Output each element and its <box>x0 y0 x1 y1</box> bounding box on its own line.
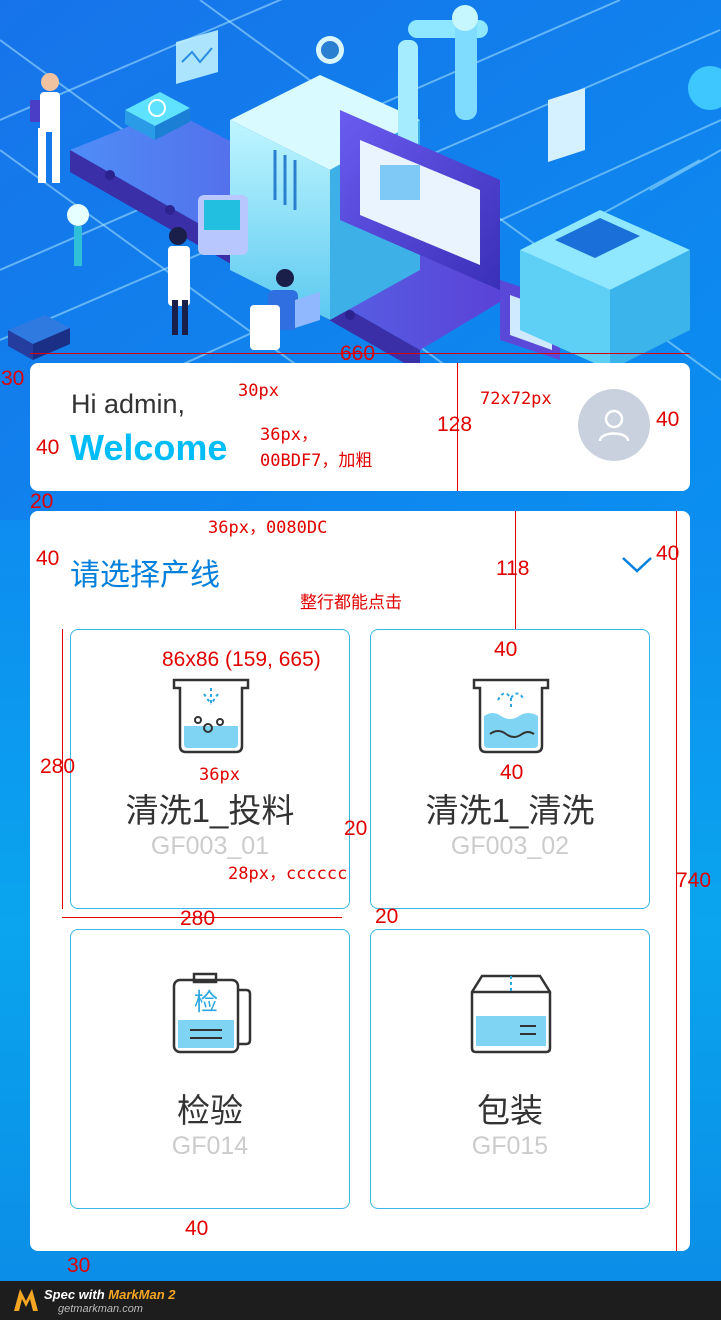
markman-footer: Spec with MarkMan 2 getmarkman.com <box>0 1281 721 1320</box>
spec-height-118: 118 <box>496 557 530 580</box>
user-avatar-icon[interactable] <box>578 389 650 461</box>
spec-code-size: 28px，cccccc <box>228 864 348 884</box>
line-code: GF003_01 <box>150 832 270 860</box>
welcome-card: Hi admin, Welcome <box>30 363 690 491</box>
spec-name-size: 36px <box>199 765 240 785</box>
line-code: GF015 <box>471 1132 549 1160</box>
line-picker-panel: 请选择产线 清洗1_投料 GF003_01 清洗1_清洗 GF003_02 检 … <box>30 511 690 1251</box>
spec-margin-40-left: 40 <box>36 436 60 459</box>
spec-bottom-30: 30 <box>67 1254 91 1277</box>
line-card-gf015[interactable]: 包装 GF015 <box>370 929 650 1209</box>
spec-height-128: 128 <box>437 413 473 436</box>
footer-brand-prefix: Spec with <box>44 1287 109 1302</box>
packaging-box-icon <box>470 974 552 1054</box>
spec-margin-40-title: 40 <box>36 547 60 570</box>
spec-welcome-size: 36px， <box>260 425 318 445</box>
markman-logo-icon <box>14 1289 38 1311</box>
feeding-tank-icon <box>172 678 250 754</box>
chevron-down-icon[interactable] <box>620 555 654 575</box>
footer-brand: Spec with MarkMan 2 <box>44 1287 176 1302</box>
inspection-box-icon: 检 <box>172 972 252 1054</box>
spec-bottom-40: 40 <box>185 1217 209 1240</box>
spec-card-280-h: 280 <box>180 907 216 930</box>
spec-gap-20-v: 20 <box>375 905 399 928</box>
line-code: GF003_02 <box>450 832 570 860</box>
spec-width-660: 660 <box>340 342 376 365</box>
greeting-text: Hi admin, <box>71 389 186 419</box>
spec-gap-20: 20 <box>30 490 54 513</box>
welcome-text: Welcome <box>70 427 228 468</box>
spec-icon-bottom-40: 40 <box>500 761 524 784</box>
line-name: 清洗1_清洗 <box>425 792 595 829</box>
line-picker-title: 请选择产线 <box>70 559 220 592</box>
line-code: GF014 <box>171 1132 249 1160</box>
line-name: 清洗1_投料 <box>125 792 295 829</box>
spec-icon-top-40: 40 <box>494 638 518 661</box>
footer-site: getmarkman.com <box>58 1303 143 1315</box>
spec-avatar-size: 72x72px <box>480 389 552 409</box>
spec-card-280-v: 280 <box>40 755 76 778</box>
line-name: 包装 <box>477 1092 543 1129</box>
spec-title: 36px，0080DC <box>208 518 328 538</box>
spec-click-note: 整行都能点击 <box>300 593 402 613</box>
spec-margin-40-right: 40 <box>656 408 680 431</box>
spec-icon: 86x86 (159, 665) <box>162 648 321 671</box>
spec-panel-740: 740 <box>676 869 712 892</box>
svg-text:检: 检 <box>194 988 218 1016</box>
spec-gap-20-h: 20 <box>344 817 368 840</box>
spec-welcome-color: 00BDF7，加粗 <box>260 451 373 471</box>
line-name: 检验 <box>177 1092 243 1129</box>
person-icon <box>598 409 630 442</box>
footer-brand-name: MarkMan 2 <box>108 1287 176 1302</box>
spec-margin-30: 30 <box>1 367 25 390</box>
washing-tank-icon <box>472 678 550 754</box>
spec-hi-size: 30px <box>238 381 279 401</box>
line-card-gf014[interactable]: 检 检验 GF014 <box>70 929 350 1209</box>
